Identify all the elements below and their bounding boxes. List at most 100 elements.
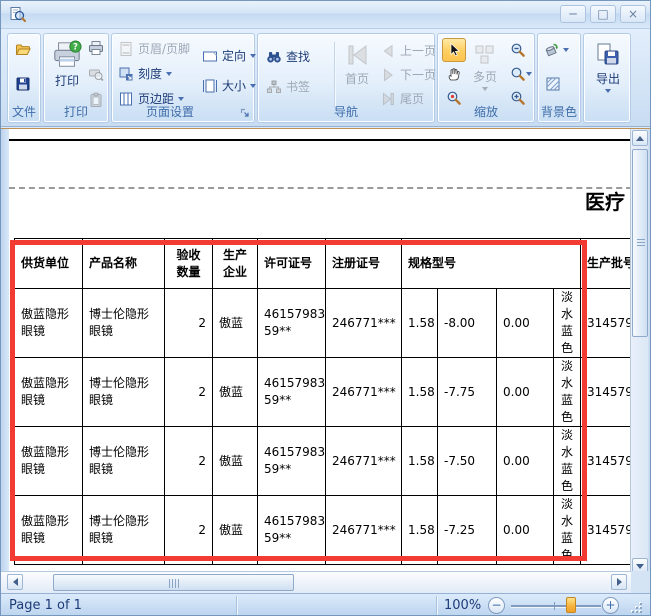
table-row: 傲蓝隐形 眼镜 博士伦隐形 眼镜 2 傲蓝 461579831 59** 246… <box>15 289 651 358</box>
cell-spec3: 0.00 <box>497 427 554 496</box>
report-title: 医疗 <box>585 186 625 215</box>
table-header-row: 供货单位 产品名称 验收 数量 生产 企业 许可证号 注册证号 规格型号 生产批… <box>15 239 651 289</box>
resize-grip[interactable] <box>631 603 643 615</box>
zoom-out-button[interactable] <box>506 38 530 62</box>
print-button[interactable]: ? 打印 <box>48 40 86 89</box>
export-label: 导出 <box>596 70 620 87</box>
pan-tool-button[interactable] <box>442 62 466 86</box>
print-preview-window: ─ □ × 文件 <box>0 0 651 616</box>
open-file-button[interactable] <box>15 42 31 58</box>
scale-dropdown-caret <box>166 72 172 76</box>
pointer-tool-button[interactable] <box>442 38 466 62</box>
watermark-icon <box>545 76 561 92</box>
zoom-in-slider-button[interactable]: + <box>602 597 619 614</box>
status-bar: Page 1 of 1 100% − + <box>1 593 651 616</box>
scroll-left-button[interactable] <box>7 574 23 590</box>
background-color-button[interactable] <box>543 42 569 58</box>
cell-qty: 2 <box>165 289 213 358</box>
margins-dropdown-caret <box>178 97 184 101</box>
first-page-icon <box>344 42 370 68</box>
first-page-button[interactable]: 首页 <box>340 42 374 87</box>
multi-page-icon <box>474 44 496 66</box>
header-spec: 规格型号 <box>402 239 581 289</box>
margin-guide-dashed-line <box>9 187 651 189</box>
minimize-button[interactable]: ─ <box>560 5 586 23</box>
header-footer-button[interactable]: 页眉/页脚 <box>118 40 190 57</box>
cell-qty: 2 <box>165 358 213 427</box>
zoom-slider-track[interactable] <box>511 605 601 607</box>
scale-button[interactable]: 刻度 <box>118 65 172 82</box>
cell-spec2: -7.50 <box>438 427 497 496</box>
cell-license: 461579831 59** <box>258 427 326 496</box>
zoom-slider-thumb[interactable] <box>566 597 576 613</box>
pointer-icon <box>446 42 462 58</box>
cell-spec1: 1.58 <box>402 427 438 496</box>
save-icon <box>15 76 31 92</box>
watermark-button[interactable] <box>545 76 561 92</box>
save-button[interactable] <box>15 76 31 92</box>
find-button[interactable]: 查找 <box>266 48 310 65</box>
scale-icon <box>118 66 134 82</box>
cell-spec3: 0.00 <box>497 358 554 427</box>
find-label: 查找 <box>286 48 310 65</box>
maximize-button[interactable]: □ <box>590 5 616 23</box>
cell-license: 461579831 59** <box>258 496 326 565</box>
export-button[interactable]: 导出 <box>588 42 628 93</box>
up-arrow-icon <box>636 136 644 141</box>
horizontal-scrollbar-thumb[interactable] <box>53 574 294 591</box>
print-setup-button[interactable] <box>88 66 104 82</box>
header-license: 许可证号 <box>258 239 326 289</box>
group-file: 文件 <box>7 33 41 123</box>
orientation-button[interactable]: 定向 <box>202 47 256 64</box>
down-arrow-icon <box>636 564 644 569</box>
size-dropdown-caret <box>250 84 256 88</box>
statusbar-separator <box>236 596 237 615</box>
group-label-file: 文件 <box>8 103 40 120</box>
thumb-grip <box>637 239 645 240</box>
prev-page-button[interactable]: 上一页 <box>380 42 436 59</box>
cell-color: 淡 水 蓝 色 <box>554 358 581 427</box>
bookmark-button[interactable]: 书签 <box>266 78 310 95</box>
cell-product: 博士伦隐形 眼镜 <box>83 496 165 565</box>
size-button[interactable]: 大小 <box>202 77 256 94</box>
header-maker: 生产 企业 <box>213 239 258 289</box>
table-row: 傲蓝隐形 眼镜 博士伦隐形 眼镜 2 傲蓝 461579831 59** 246… <box>15 358 651 427</box>
cell-color: 淡 水 蓝 色 <box>554 496 581 565</box>
vertical-scrollbar[interactable] <box>630 129 648 575</box>
zoom-level-button[interactable] <box>506 62 536 86</box>
zoom-out-slider-button[interactable]: − <box>488 597 505 614</box>
nav-separator <box>334 42 335 108</box>
scrollbar-corner <box>631 571 651 593</box>
multi-page-button[interactable]: 多页 <box>466 44 504 91</box>
group-label-zoom: 缩放 <box>438 103 534 120</box>
group-page-setup: 页眉/页脚 刻度 页边距 <box>111 33 255 123</box>
header-supplier: 供货单位 <box>15 239 83 289</box>
printer-small-icon <box>88 40 104 56</box>
report-viewport: 医疗 供货单位 产品名称 验收 数量 生产 企业 许可证号 注册证号 规格型号 … <box>1 128 651 571</box>
export-dropdown-caret <box>605 89 611 93</box>
vertical-scrollbar-thumb[interactable] <box>632 149 648 337</box>
open-folder-icon <box>15 42 31 58</box>
bookmark-label: 书签 <box>286 78 310 95</box>
cell-spec1: 1.58 <box>402 496 438 565</box>
quick-print-button[interactable] <box>88 40 104 56</box>
table-row: 傲蓝隐形 眼镜 博士伦隐形 眼镜 2 傲蓝 461579831 59** 246… <box>15 427 651 496</box>
table-row: 傲蓝隐形 眼镜 博士伦隐形 眼镜 2 傲蓝 461579831 59** 246… <box>15 496 651 565</box>
size-label: 大小 <box>222 77 246 94</box>
multi-page-dropdown-caret <box>482 87 488 91</box>
next-page-button[interactable]: 下一页 <box>380 66 436 83</box>
orientation-dropdown-caret <box>250 54 256 58</box>
right-arrow-icon <box>617 578 622 586</box>
page-indicator: Page 1 of 1 <box>9 598 82 613</box>
zoom-percentage: 100% <box>444 598 481 613</box>
scale-label: 刻度 <box>138 65 162 82</box>
scroll-up-button[interactable] <box>632 130 648 146</box>
cell-license: 461579831 59** <box>258 358 326 427</box>
paint-bucket-icon <box>543 42 559 58</box>
cell-registration: 246771*** <box>326 358 402 427</box>
binoculars-icon <box>266 49 282 65</box>
scroll-right-button[interactable] <box>611 574 627 590</box>
horizontal-scrollbar[interactable] <box>1 571 631 593</box>
cell-license: 461579831 59** <box>258 289 326 358</box>
close-button[interactable]: × <box>620 5 646 23</box>
